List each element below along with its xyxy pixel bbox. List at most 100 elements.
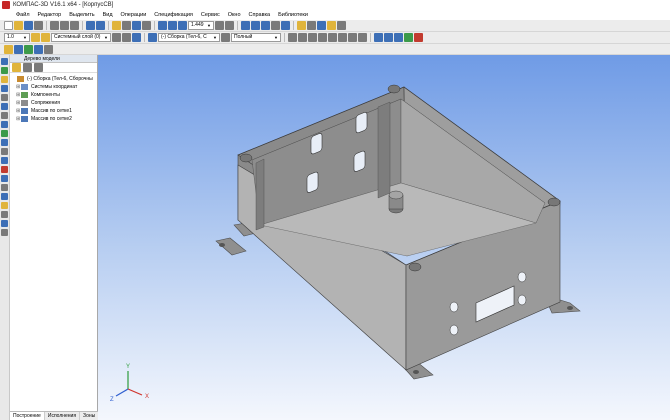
pan-icon[interactable] (215, 21, 224, 30)
edit-component-icon[interactable] (148, 33, 157, 42)
cut-operation-icon[interactable] (1, 193, 8, 200)
tree-structure-icon[interactable] (12, 63, 21, 72)
tree-item-components[interactable]: ⊞ Компоненты (12, 91, 97, 99)
measure-diag-icon[interactable] (1, 121, 8, 128)
library-manager-icon[interactable] (142, 21, 151, 30)
layers-icon[interactable] (41, 33, 50, 42)
menu-select[interactable]: Выделить (65, 10, 98, 20)
model-canvas[interactable]: X Y Z (98, 55, 670, 420)
orientation-icon[interactable] (241, 21, 250, 30)
menu-help[interactable]: Справка (245, 10, 275, 20)
local-cs-icon[interactable] (122, 33, 131, 42)
wireframe-icon[interactable] (261, 21, 270, 30)
snap-grid-icon[interactable] (298, 33, 307, 42)
3d-viewport[interactable]: X Y Z (98, 55, 670, 420)
ortho-icon[interactable] (132, 33, 141, 42)
snap-tangent-icon[interactable] (348, 33, 357, 42)
hidden-lines-icon[interactable] (271, 21, 280, 30)
cut-icon[interactable] (50, 21, 59, 30)
settings-icon[interactable] (337, 21, 346, 30)
sheet-metal-icon[interactable] (1, 166, 8, 173)
tree-item-grid-pattern-2[interactable]: ⊞ Массив по сетке2 (12, 115, 97, 123)
grid-icon[interactable] (112, 33, 121, 42)
tab-zones[interactable]: Зоны (80, 412, 100, 420)
tree-item-mates[interactable]: ⊞ Сопряжения (12, 99, 97, 107)
view-top-icon[interactable] (394, 33, 403, 42)
layer-combo[interactable]: Системный слой (0) ▼ (51, 33, 111, 42)
curves-icon[interactable] (1, 175, 8, 182)
zoom-combo[interactable]: 1.449 ▼ (188, 21, 214, 30)
menu-view[interactable]: Вид (99, 10, 117, 20)
measure-tool-icon[interactable] (44, 44, 53, 54)
assembly-combo[interactable]: (-) Сборка (Тел-6, С ▼ (158, 33, 220, 42)
sketch-icon[interactable] (1, 184, 8, 191)
space-curves-icon[interactable] (1, 85, 8, 92)
menu-file[interactable]: Файл (12, 10, 34, 20)
zoom-window-icon[interactable] (158, 21, 167, 30)
shaded-icon[interactable] (251, 21, 260, 30)
snap-midpoint-icon[interactable] (318, 33, 327, 42)
section-icon[interactable] (404, 33, 413, 42)
paste-icon[interactable] (70, 21, 79, 30)
menu-operations[interactable]: Операции (117, 10, 151, 20)
surfaces-icon[interactable] (1, 94, 8, 101)
color-icon[interactable] (221, 33, 230, 42)
menu-libraries[interactable]: Библиотеки (274, 10, 312, 20)
auxiliary-geometry-icon[interactable] (1, 112, 8, 119)
snap-angle-icon[interactable] (308, 33, 317, 42)
extrude-icon[interactable] (1, 202, 8, 209)
tree-item-grid-pattern-1[interactable]: ⊞ Массив по сетке1 (12, 107, 97, 115)
tab-variants[interactable]: Исполнения (45, 412, 81, 420)
add-component-icon[interactable] (14, 44, 23, 54)
copy-icon[interactable] (60, 21, 69, 30)
mate-icon[interactable] (1, 76, 8, 83)
parts-icon[interactable] (4, 44, 13, 54)
print-icon[interactable] (34, 21, 43, 30)
pattern-tool-icon[interactable] (34, 44, 43, 54)
snap-intersection-icon[interactable] (338, 33, 347, 42)
snap-center-icon[interactable] (328, 33, 337, 42)
view-iso-icon[interactable] (384, 33, 393, 42)
properties-icon[interactable] (112, 21, 121, 30)
measure-icon[interactable] (132, 21, 141, 30)
view-front-icon[interactable] (374, 33, 383, 42)
filter-objects-icon[interactable] (1, 130, 8, 137)
perspective-icon[interactable] (281, 21, 290, 30)
tree-filter-icon[interactable] (23, 63, 32, 72)
tree-item-assembly[interactable]: (-) Сборка (Тел-6, Сборочны (12, 75, 97, 83)
tree-item-coordinate-systems[interactable]: ⊞ Системы координат (12, 83, 97, 91)
zoom-in-icon[interactable] (168, 21, 177, 30)
menu-window[interactable]: Окно (224, 10, 245, 20)
scale-combo[interactable]: 1.0 ▼ (4, 33, 30, 42)
redo-icon[interactable] (96, 21, 105, 30)
reports-icon[interactable] (1, 148, 8, 155)
component-icon[interactable] (1, 67, 8, 74)
style-combo[interactable]: Полный ▼ (231, 33, 281, 42)
menu-specification[interactable]: Спецификация (150, 10, 197, 20)
save-icon[interactable] (24, 21, 33, 30)
tree-view-icon[interactable] (34, 63, 43, 72)
zoom-out-icon[interactable] (178, 21, 187, 30)
mates-tool-icon[interactable] (24, 44, 33, 54)
specification-icon[interactable] (1, 139, 8, 146)
snap-normal-icon[interactable] (358, 33, 367, 42)
select-icon[interactable] (307, 21, 316, 30)
revolve-icon[interactable] (1, 211, 8, 218)
menu-service[interactable]: Сервис (197, 10, 224, 20)
assembly-tools-icon[interactable] (317, 21, 326, 30)
rotate-icon[interactable] (225, 21, 234, 30)
variables-icon[interactable] (122, 21, 131, 30)
lightbulb-icon[interactable] (327, 21, 336, 30)
filter-icon[interactable] (297, 21, 306, 30)
chamfer-icon[interactable] (1, 229, 8, 236)
designations-icon[interactable] (1, 157, 8, 164)
stop-icon[interactable] (414, 33, 423, 42)
edit-assembly-icon[interactable] (1, 58, 8, 65)
tab-build[interactable]: Построение (10, 412, 45, 420)
undo-icon[interactable] (86, 21, 95, 30)
menu-editor[interactable]: Редактор (34, 10, 66, 20)
open-folder-icon[interactable] (14, 21, 23, 30)
arrays-icon[interactable] (1, 103, 8, 110)
hole-icon[interactable] (1, 220, 8, 227)
snap-icon[interactable] (288, 33, 297, 42)
